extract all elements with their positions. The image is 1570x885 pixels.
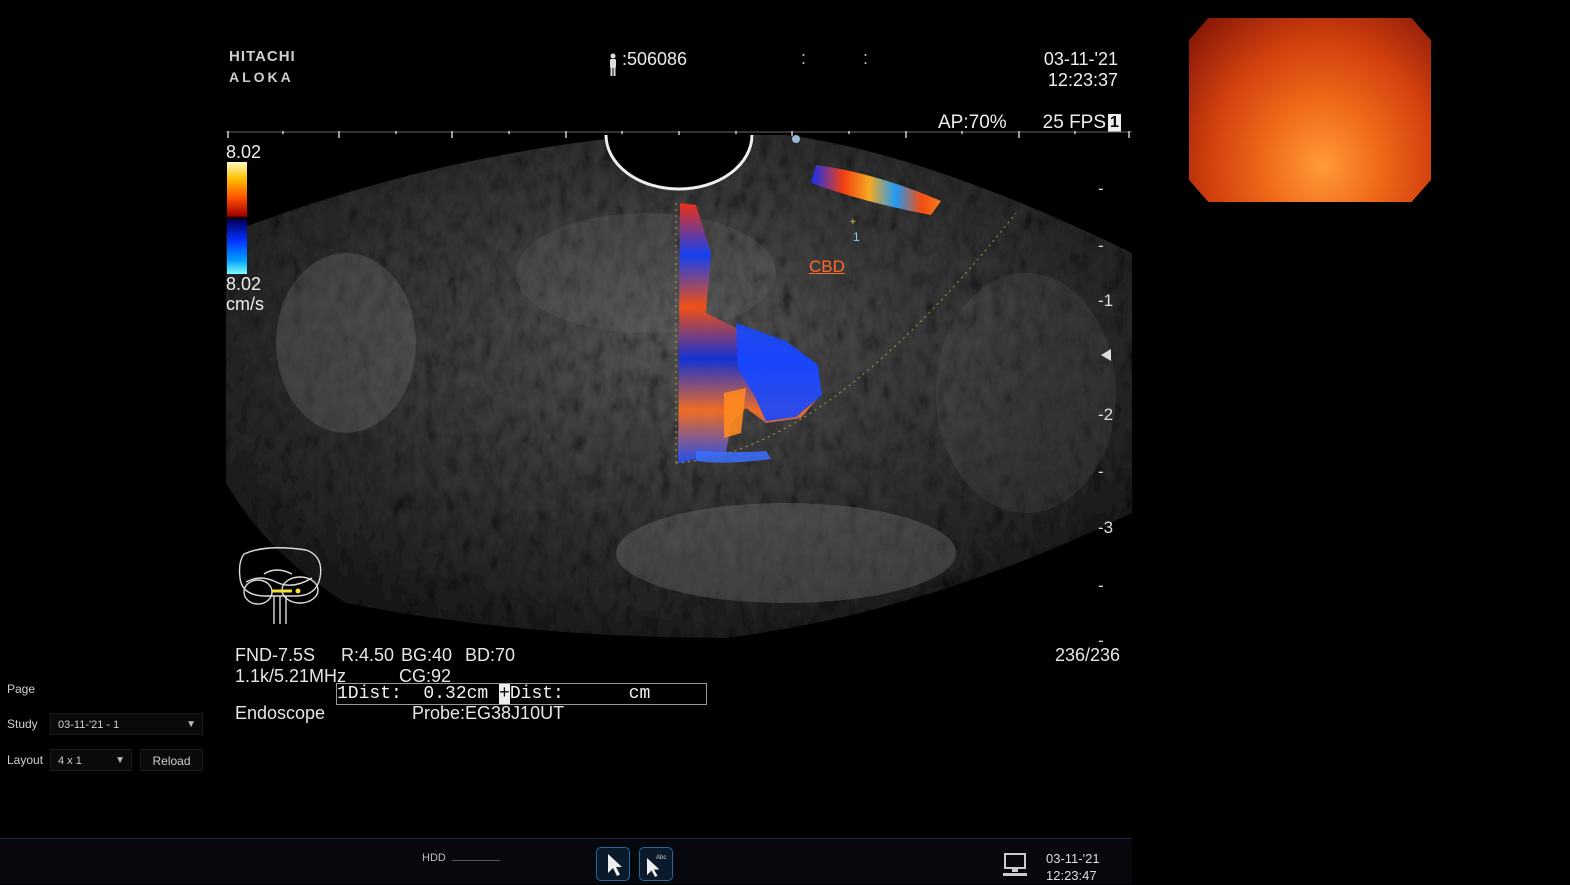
brand-logo: HITACHI ALOKA (229, 47, 296, 87)
param-frequency: 1.1k/5.21MHz (235, 666, 347, 686)
study-label: Study (7, 717, 38, 731)
layout-select-value: 4 x 1 (58, 755, 82, 767)
header-datetime: 03-11-'21 12:23:37 (1044, 49, 1118, 91)
layout-label: Layout (7, 753, 44, 767)
pointer-tool-button[interactable] (596, 847, 630, 881)
measurement-2: Dist: cm (509, 684, 651, 704)
ultrasound-image[interactable]: 1 + (226, 133, 1132, 643)
caliper-marker: 1 (853, 230, 860, 244)
pointer-icon (608, 854, 622, 876)
param-bg: BG:40 (401, 645, 453, 665)
depth-label: - (1098, 236, 1104, 255)
bottom-datetime: 03-11-'21 12:23:47 (1046, 850, 1100, 884)
study-select[interactable]: 03-11-'21 - 1 ▼ (50, 713, 203, 735)
patient-icon (610, 53, 616, 76)
text-pointer-icon: Abc (647, 855, 666, 877)
page-label: Page (7, 682, 36, 696)
param-bd: BD:70 (465, 645, 516, 665)
param-r: R:4.50 (341, 645, 395, 665)
probe-mode: FND-7.5S (235, 645, 316, 665)
velocity-max: 8.02 (226, 142, 262, 162)
svg-text:+: + (850, 217, 856, 228)
probe-model: Probe:EG38J10UT (412, 703, 565, 723)
depth-label: - (1098, 462, 1104, 481)
pancreas-diagram-icon (238, 547, 322, 624)
bottom-date: 03-11-'21 (1046, 851, 1100, 866)
measurement-cursor: + (499, 684, 510, 704)
svg-text:Abc: Abc (656, 855, 666, 861)
velocity-color-bar (227, 162, 247, 274)
reload-button[interactable]: Reload (140, 749, 203, 771)
text-pointer-tool-button[interactable]: Abc (639, 847, 673, 881)
color-velocity-scale: 8.02 8.02 cm/s (226, 142, 264, 314)
velocity-min: 8.02 (226, 274, 262, 294)
measurement-box: 1Dist: 0.32cm +Dist: cm (336, 683, 707, 705)
hdd-indicator: HDD (422, 852, 500, 864)
depth-label: -3 (1098, 518, 1114, 537)
measurement-1: 1Dist: 0.32cm (337, 684, 500, 704)
endoscope-view[interactable] (1189, 18, 1431, 202)
layout-select[interactable]: 4 x 1 ▼ (50, 749, 132, 771)
chevron-down-icon: ▼ (115, 755, 125, 766)
depth-label: -1 (1098, 291, 1114, 310)
patient-id: :506086 (608, 49, 687, 77)
focus-marker-icon (1101, 349, 1111, 361)
chevron-down-icon: ▼ (186, 719, 196, 730)
hdd-usage-bar (451, 859, 500, 861)
frame-counter: 236/236 (1055, 645, 1121, 665)
bottom-toolbar (0, 838, 1132, 884)
frame-indicator: 1 (1108, 114, 1121, 132)
patient-id-value: :506086 (622, 49, 688, 69)
depth-label: - (1098, 576, 1104, 595)
header-date: 03-11-'21 (1043, 49, 1118, 69)
bottom-time: 12:23:47 (1046, 868, 1097, 883)
hdd-label: HDD (422, 852, 446, 864)
header-separator-1: : (801, 48, 807, 68)
depth-label: - (1098, 179, 1104, 198)
exam-mode: Endoscope (235, 703, 326, 723)
computer-icon (1003, 853, 1027, 876)
brand-line2: ALOKA (229, 69, 294, 85)
brand-line1: HITACHI (229, 48, 296, 65)
header-separator-2: : (863, 48, 869, 68)
velocity-unit: cm/s (226, 294, 264, 314)
study-select-value: 03-11-'21 - 1 (58, 719, 120, 731)
cbd-annotation: CBD (809, 257, 845, 276)
depth-label: -2 (1098, 405, 1114, 424)
header-time: 12:23:37 (1047, 70, 1118, 90)
